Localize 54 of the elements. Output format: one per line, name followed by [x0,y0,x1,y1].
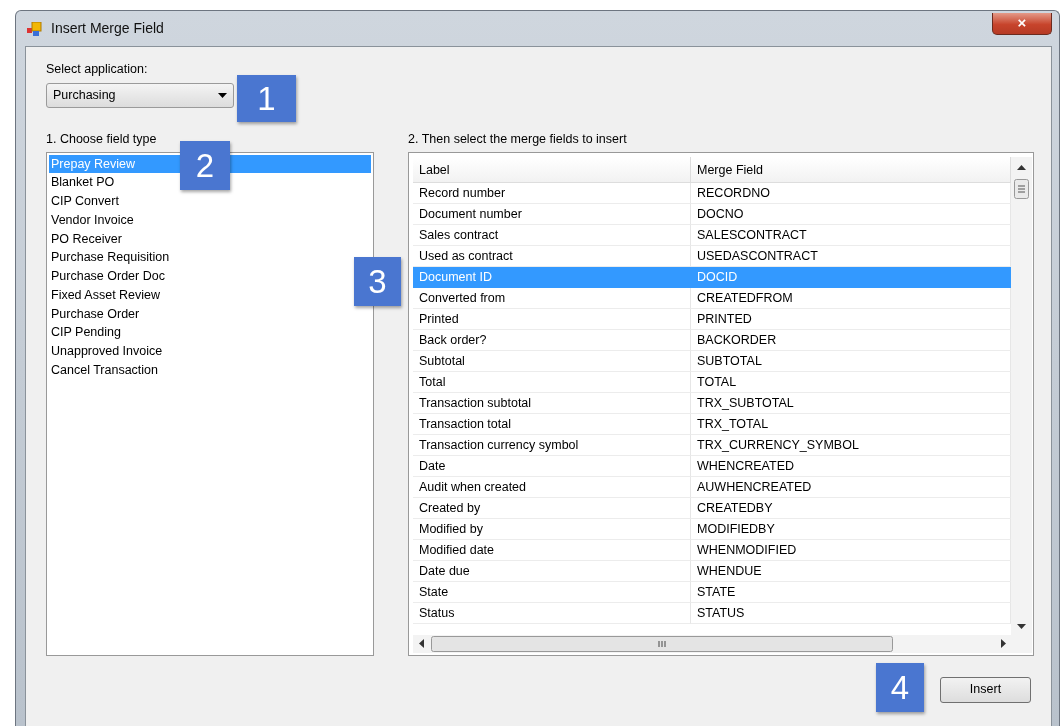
field-label: Select application: [46,61,149,78]
column-header[interactable]: Merge Field [691,156,1011,183]
scroll-thumb[interactable] [431,635,893,652]
list-item[interactable]: Cancel Transaction [49,361,160,378]
table-row[interactable]: Used as contract USEDASCONTRACT [413,245,1011,267]
table-row[interactable]: Transaction currency symbol TRX_CURRENCY_SYMBOL [413,434,1011,456]
table-row[interactable]: Date WHENCREATED [413,455,1011,477]
list-item[interactable]: Purchase Requisition [49,249,172,266]
table-row[interactable]: State STATE [413,581,1011,603]
list-item[interactable]: CIP Pending [49,324,123,341]
section-label: 2. Then select the merge fields to insert [408,130,628,148]
step-number-badge: 3 [354,257,401,306]
table-row[interactable]: Subtotal SUBTOTAL [413,350,1011,372]
list-item[interactable]: PO Receiver [49,230,124,247]
section-label: 1. Choose field type [46,130,158,148]
horizontal-scrollbar[interactable] [413,634,1032,653]
table-row[interactable]: Printed PRINTED [413,308,1011,330]
window-title: Insert Merge Field [51,19,164,38]
column-header[interactable]: Label [413,156,691,183]
vertical-scrollbar[interactable] [1011,156,1032,635]
table-row[interactable]: Sales contract SALESCONTRACT [413,224,1011,246]
scroll-thumb[interactable] [1014,178,1029,199]
table-row[interactable]: Document number DOCNO [413,203,1011,225]
scroll-up-arrow-icon[interactable] [1017,164,1026,170]
step-number-badge: 2 [180,141,230,190]
scroll-right-arrow-icon[interactable] [1001,639,1006,648]
table-row[interactable]: Converted from CREATEDFROM [413,287,1011,309]
table-row[interactable]: Transaction subtotal TRX_SUBTOTAL [413,392,1011,414]
list-item[interactable]: Unapproved Invoice [49,343,165,359]
insert-button[interactable]: Insert [940,676,1031,703]
step-number-badge: 1 [237,75,296,122]
table-row[interactable]: Audit when created AUWHENCREATED [413,476,1011,498]
table-row[interactable]: Record number RECORDNO [413,182,1011,204]
table-row[interactable]: Modified by MODIFIEDBY [413,518,1011,540]
application-dropdown[interactable]: Purchasing [46,82,234,108]
list-item[interactable]: Vendor Invoice [49,211,136,228]
list-item[interactable]: Blanket PO [49,174,117,191]
table-row[interactable]: Back order? BACKORDER [413,329,1011,351]
list-item[interactable]: Purchase Order Doc [49,268,167,284]
close-button[interactable]: × [992,12,1052,35]
table-row[interactable]: Created by CREATEDBY [413,497,1011,519]
table-row[interactable]: Date due WHENDUE [413,560,1011,582]
app-icon [27,21,43,36]
table-row[interactable]: Transaction total TRX_TOTAL [413,413,1011,435]
list-item[interactable]: Fixed Asset Review [49,286,163,303]
scroll-down-arrow-icon[interactable] [1017,623,1026,629]
step-number-badge: 4 [876,663,924,712]
caret-icon [218,92,227,98]
list-item[interactable]: CIP Convert [49,193,121,209]
list-item[interactable]: Purchase Order [49,305,142,322]
scroll-left-arrow-icon[interactable] [419,639,424,648]
table-row[interactable]: Modified date WHENMODIFIED [413,539,1011,561]
table-row[interactable]: Status STATUS [413,602,1011,624]
table-row[interactable]: Total TOTAL [413,371,1011,393]
